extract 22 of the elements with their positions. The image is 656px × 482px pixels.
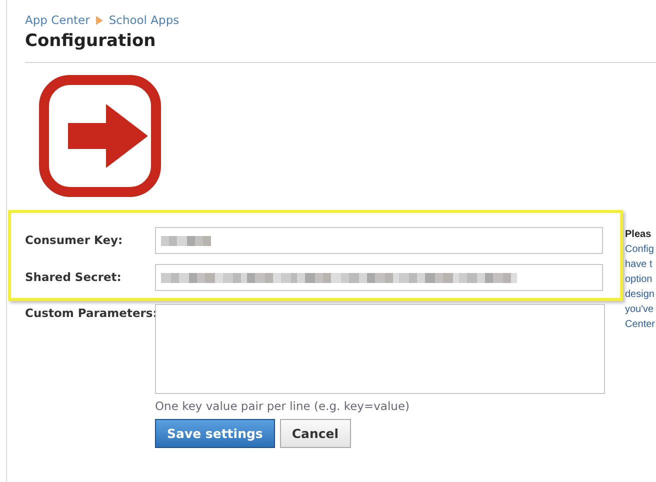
page-title: Configuration (25, 31, 157, 53)
breadcrumb-link[interactable]: School Apps (108, 13, 180, 27)
field-label: Shared Secret: (25, 269, 122, 284)
note-text: option (625, 273, 654, 287)
text-area[interactable] (155, 304, 605, 394)
hint-text: One key value pair per line (e.g. key=value) (155, 399, 411, 413)
field-label: Consumer Key: (25, 232, 124, 247)
cancel-button[interactable]: Cancel (280, 419, 351, 448)
save-button[interactable]: Save settings (155, 419, 275, 448)
arrow-logo-icon (38, 74, 162, 198)
note-text: you've (625, 303, 655, 317)
input-field[interactable] (155, 227, 603, 254)
input-field[interactable] (155, 264, 603, 291)
note-heading: Pleas (625, 228, 652, 242)
note-text: design (625, 288, 656, 302)
note-text: have t (625, 258, 654, 272)
breadcrumb-arrow-icon (96, 16, 103, 24)
note-text: Config (625, 243, 655, 257)
field-label: Custom Parameters: (25, 305, 155, 320)
breadcrumb-link[interactable]: App Center (25, 13, 90, 27)
note-text: Center (625, 318, 656, 332)
blurred-text-drawing (161, 234, 211, 248)
